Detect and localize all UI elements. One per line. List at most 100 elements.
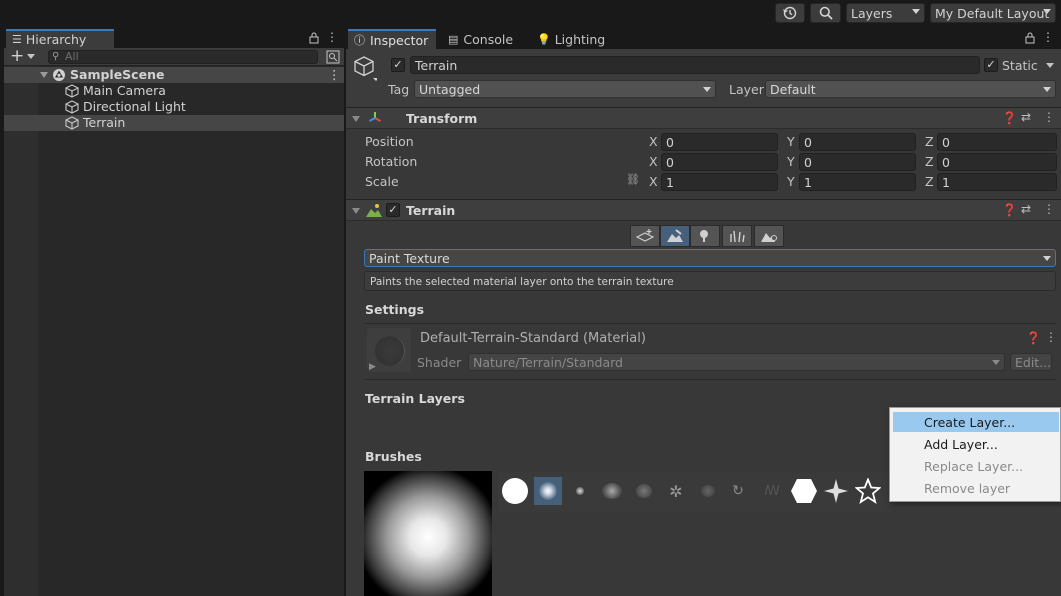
tool-paint-terrain[interactable] — [660, 225, 690, 247]
brush-hexagon[interactable] — [790, 477, 818, 505]
tool-paint-trees[interactable] — [690, 225, 720, 247]
menu-item-create-layer[interactable]: Create Layer... — [893, 412, 1059, 432]
tab-hierarchy-label: Hierarchy — [25, 32, 87, 47]
transform-y-field[interactable]: 0 — [799, 153, 916, 171]
chevron-down-icon[interactable] — [27, 54, 35, 59]
collapse-arrow-icon[interactable] — [352, 116, 360, 122]
tab-console-label: Console — [463, 31, 514, 47]
brush-hard-round[interactable] — [501, 477, 529, 505]
brush-swirl[interactable]: ↻ — [724, 477, 752, 505]
lock-icon[interactable] — [309, 32, 319, 44]
menu-item-add-layer[interactable]: Add Layer... — [893, 434, 1059, 454]
tool-terrain-settings[interactable] — [754, 225, 784, 247]
hierarchy-toolbar: + ⚲ All — [4, 46, 344, 66]
brush-cloud[interactable] — [598, 477, 626, 505]
history-button[interactable] — [775, 3, 805, 23]
axis-label-x: X — [649, 134, 658, 149]
help-icon[interactable]: ❓ — [1002, 203, 1017, 217]
transform-z-field[interactable]: 0 — [937, 153, 1057, 171]
active-checkbox[interactable]: ✓ — [391, 58, 405, 72]
brush-noise-2[interactable] — [694, 477, 722, 505]
object-header: ✓ Terrain ✓ Static Tag Untagged Layer De… — [346, 49, 1061, 107]
transform-x-field[interactable]: 0 — [661, 153, 778, 171]
hierarchy-item[interactable]: Main Camera — [4, 83, 344, 99]
layout-label: My Default Layout — [935, 5, 1050, 21]
terrain-header[interactable]: ✓ Terrain ❓ ⇄ ⋮ — [346, 199, 1061, 221]
expand-arrow-icon[interactable]: ▶ — [369, 362, 376, 372]
kebab-menu-icon[interactable]: ⋮ — [326, 30, 338, 44]
shader-edit-button[interactable]: Edit... — [1010, 353, 1052, 371]
brush-noise-1[interactable] — [630, 477, 658, 505]
static-checkbox[interactable]: ✓ — [984, 58, 998, 72]
tab-inspector[interactable]: ⓘ Inspector — [348, 29, 436, 49]
help-icon[interactable]: ❓ — [1026, 331, 1041, 345]
kebab-menu-icon[interactable]: ⋮ — [328, 67, 341, 82]
static-label: Static — [1002, 58, 1038, 73]
brush-grass[interactable]: ꟿ — [758, 477, 786, 505]
transform-y-field[interactable]: 0 — [799, 133, 916, 151]
transform-header[interactable]: Transform ❓ ⇄ ⋮ — [346, 107, 1061, 129]
transform-y-field[interactable]: 1 — [799, 173, 916, 191]
gameobject-cube-icon — [65, 116, 79, 130]
brush-splatter[interactable]: ✲ — [662, 477, 690, 505]
tab-console[interactable]: ▤ Console — [442, 29, 522, 49]
transform-z-field[interactable]: 1 — [937, 173, 1057, 191]
hierarchy-item[interactable]: Directional Light — [4, 99, 344, 115]
kebab-menu-icon[interactable]: ⋮ — [1043, 110, 1055, 124]
transform-x-field[interactable]: 0 — [661, 133, 778, 151]
transform-icon — [369, 112, 381, 122]
transform-x-field[interactable]: 1 — [661, 173, 778, 191]
terrain-title: Terrain — [406, 203, 456, 218]
object-name-field[interactable]: Terrain — [410, 56, 980, 74]
hierarchy-search-input[interactable]: ⚲ All — [48, 50, 318, 64]
scene-row[interactable]: SampleScene ⋮ — [4, 67, 344, 83]
brush-small-dot[interactable] — [566, 477, 594, 505]
plus-icon[interactable]: + — [10, 46, 24, 66]
chevron-down-icon — [703, 87, 711, 92]
chevron-down-icon — [1043, 87, 1051, 92]
scene-search-icon[interactable] — [326, 50, 340, 64]
tool-paint-details[interactable] — [722, 225, 752, 247]
transform-body: Position X 0 Y 0 Z 0 Rotation X 0 Y 0 Z 0 Scale ⛓ X 1 Y 1 Z 1 — [346, 129, 1061, 199]
terrain-enabled-checkbox[interactable]: ✓ — [386, 203, 400, 217]
history-icon — [783, 6, 797, 20]
object-name: Terrain — [415, 57, 458, 73]
paint-mode-dropdown[interactable]: Paint Texture — [364, 249, 1056, 267]
lock-icon[interactable] — [1025, 32, 1035, 44]
layer-dropdown[interactable]: Default — [765, 80, 1056, 98]
menu-item-replace-layer[interactable]: Replace Layer... — [893, 456, 1059, 476]
kebab-menu-icon[interactable]: ⋮ — [1045, 330, 1057, 344]
settings-label: Settings — [365, 302, 425, 317]
tag-dropdown[interactable]: Untagged — [414, 80, 716, 98]
axis-label-x: X — [649, 174, 658, 189]
hierarchy-item-selected[interactable]: Terrain — [4, 115, 344, 131]
menu-item-remove-layer[interactable]: Remove layer — [893, 478, 1059, 498]
shader-edit-label: Edit... — [1015, 354, 1052, 370]
menu-item-label: Create Layer... — [924, 414, 1016, 430]
transform-z-field[interactable]: 0 — [937, 133, 1057, 151]
gameobject-cube-icon — [65, 100, 79, 114]
brush-sparkle[interactable] — [822, 477, 850, 505]
preset-icon[interactable]: ⇄ — [1021, 110, 1031, 124]
kebab-menu-icon[interactable]: ⋮ — [1043, 202, 1055, 216]
constrain-proportions-icon[interactable]: ⛓ — [626, 173, 640, 186]
search-button[interactable] — [810, 3, 841, 23]
layout-dropdown[interactable]: My Default Layout — [930, 3, 1056, 23]
search-icon: ⚲ — [52, 51, 60, 62]
kebab-menu-icon[interactable]: ⋮ — [1042, 30, 1054, 44]
brush-star[interactable] — [854, 477, 882, 505]
brush-soft-round-selected[interactable] — [534, 477, 562, 505]
layers-dropdown[interactable]: Layers — [846, 3, 925, 23]
collapse-arrow-icon[interactable] — [352, 208, 360, 214]
axis-label-y: Y — [787, 154, 795, 169]
chevron-down-icon[interactable] — [1046, 63, 1054, 68]
transform-title: Transform — [406, 111, 478, 126]
paint-details-icon — [730, 230, 745, 243]
shader-dropdown[interactable]: Nature/Terrain/Standard — [468, 353, 1005, 371]
help-icon[interactable]: ❓ — [1002, 111, 1017, 125]
expand-arrow-icon[interactable] — [40, 72, 48, 78]
paint-mode-value: Paint Texture — [369, 250, 450, 266]
tab-lighting[interactable]: 💡 Lighting — [531, 29, 611, 49]
tool-create-neighbor[interactable] — [630, 225, 660, 247]
preset-icon[interactable]: ⇄ — [1021, 202, 1031, 216]
